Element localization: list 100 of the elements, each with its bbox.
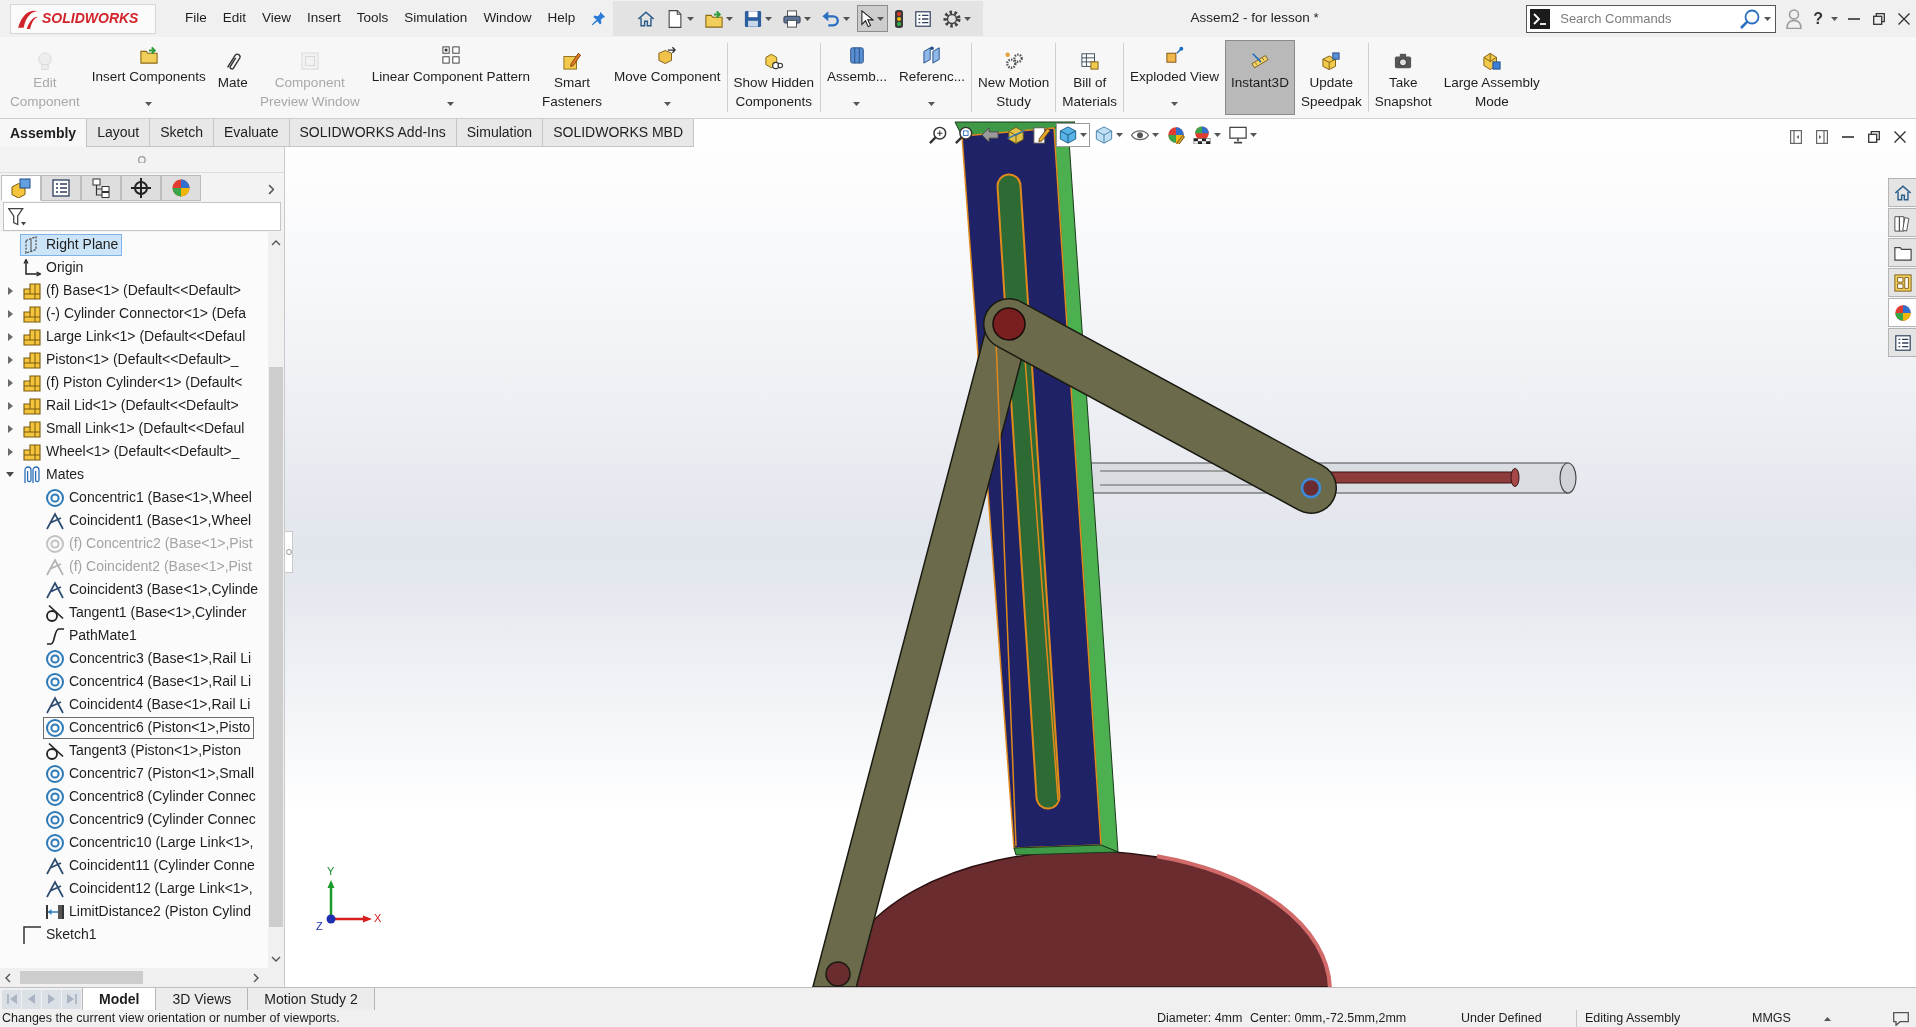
- command-tab[interactable]: SOLIDWORKS Add-Ins: [289, 119, 457, 147]
- color-ball-pencil-icon: [1167, 126, 1185, 144]
- reference-geometry-button[interactable]: Referenc...: [892, 40, 971, 115]
- speedpak-button[interactable]: Update Speedpak: [1294, 40, 1368, 115]
- command-tab[interactable]: Evaluate: [214, 119, 290, 147]
- file-explorer-tab[interactable]: [1888, 238, 1916, 267]
- command-tab[interactable]: Sketch: [150, 119, 214, 147]
- tree-item[interactable]: Tangent3 (Piston<1>,Piston: [43, 739, 245, 762]
- property-manager-tab[interactable]: [41, 175, 81, 201]
- bottom-tab[interactable]: 3D Views: [155, 988, 249, 1010]
- tree-item[interactable]: Concentric10 (Large Link<1>,: [43, 831, 258, 854]
- tree-item[interactable]: (-) Cylinder Connector<1> (Defa: [20, 302, 250, 325]
- tree-item[interactable]: Wheel<1> (Default<<Default>_: [20, 440, 244, 463]
- menu-item[interactable]: Tools: [348, 5, 397, 32]
- menu-item[interactable]: View: [254, 5, 300, 32]
- tree-item[interactable]: (f) Piston Cylinder<1> (Default<: [20, 371, 247, 394]
- resources-tab[interactable]: [1888, 178, 1916, 207]
- menu-item[interactable]: Help: [539, 5, 584, 32]
- linear-pattern-button[interactable]: Linear Component Pattern: [365, 40, 536, 115]
- concentric-circles-icon: [46, 787, 64, 806]
- configuration-manager-tab[interactable]: [81, 175, 121, 201]
- motion-study-button[interactable]: New Motion Study: [972, 40, 1056, 115]
- tree-item[interactable]: Coincident11 (Cylinder Conne: [43, 854, 259, 877]
- menu-item[interactable]: File: [177, 5, 215, 32]
- mate-button[interactable]: Mate: [211, 40, 254, 115]
- snapshot-button[interactable]: Take Snapshot: [1368, 40, 1438, 115]
- angle-lines-icon: [46, 580, 64, 599]
- status-message: Changes the current view orientation or number of viewports.: [2, 1011, 340, 1025]
- command-tab[interactable]: Layout: [87, 119, 151, 147]
- view-palette-tab[interactable]: [1888, 268, 1916, 297]
- tree-item[interactable]: Sketch1: [20, 923, 101, 946]
- bottom-tab[interactable]: Motion Study 2: [247, 988, 375, 1010]
- scrollbar-thumb[interactable]: [20, 971, 143, 984]
- tree-item[interactable]: Concentric9 (Cylinder Connec: [43, 808, 260, 831]
- tree-item[interactable]: Rail Lid<1> (Default<<Default>: [20, 394, 243, 417]
- tree-item[interactable]: Concentric6 (Piston<1>,Pisto: [43, 716, 255, 739]
- bottom-tab[interactable]: Model: [82, 988, 157, 1010]
- crosshair-icon: [131, 178, 151, 198]
- tree-item[interactable]: Right Plane: [20, 233, 123, 256]
- part-blocks-icon: [23, 373, 41, 392]
- ribbed-block-icon: [847, 46, 866, 64]
- comment-button[interactable]: [1892, 1010, 1910, 1027]
- chevron-left-icon: [5, 972, 11, 983]
- bom-button[interactable]: Bill of Materials: [1056, 40, 1124, 115]
- tree-item[interactable]: Piston<1> (Default<<Default>_: [20, 348, 243, 371]
- tree-item[interactable]: Concentric7 (Piston<1>,Small: [43, 762, 259, 785]
- appearances-tab[interactable]: [1888, 298, 1916, 327]
- custom-properties-tab[interactable]: [1888, 328, 1916, 357]
- tree-item[interactable]: LimitDistance2 (Piston Cylind: [43, 900, 256, 923]
- tree-item[interactable]: PathMate1: [43, 624, 141, 647]
- instant3d-button[interactable]: Instant3D: [1225, 40, 1295, 115]
- dimxpert-tab[interactable]: [121, 175, 161, 201]
- search-field[interactable]: Search Commands: [1526, 4, 1777, 33]
- command-tab[interactable]: SOLIDWORKS MBD: [543, 119, 695, 147]
- tree-item[interactable]: Coincident3 (Base<1>,Cylinde: [43, 578, 263, 601]
- assembly-features-button[interactable]: Assemb...: [820, 40, 893, 115]
- search-input[interactable]: Search Commands: [1554, 5, 1737, 32]
- scrollbar-thumb[interactable]: [269, 367, 283, 927]
- tree-item[interactable]: (f) Base<1> (Default<<Default>: [20, 279, 245, 302]
- menu-item[interactable]: Insert: [299, 5, 349, 32]
- menu-item[interactable]: Edit: [214, 5, 255, 32]
- tree-item[interactable]: Tangent1 (Base<1>,Cylinder: [43, 601, 251, 624]
- exploded-view-button[interactable]: Exploded View: [1124, 40, 1226, 115]
- splitter-handle[interactable]: [285, 531, 293, 573]
- tree-item[interactable]: Mates: [20, 463, 89, 486]
- tree-item[interactable]: Concentric1 (Base<1>,Wheel: [43, 486, 256, 509]
- vertical-scrollbar[interactable]: [268, 232, 284, 968]
- concentric-circles-icon: [46, 833, 64, 852]
- command-tab[interactable]: Simulation: [456, 119, 544, 147]
- feature-tree-tab[interactable]: [1, 175, 41, 201]
- caret-icon: [804, 16, 812, 21]
- insert-components-button[interactable]: Insert Components: [85, 40, 212, 115]
- tree-item[interactable]: Coincident1 (Base<1>,Wheel: [43, 509, 256, 532]
- person-icon: [1786, 8, 1803, 29]
- select-button[interactable]: [857, 5, 888, 32]
- box-arrow-icon: [658, 46, 677, 64]
- tree-item[interactable]: Concentric3 (Base<1>,Rail Li: [43, 647, 256, 670]
- show-hidden-button[interactable]: Show Hidden Components: [727, 40, 820, 115]
- display-manager-tab[interactable]: [161, 175, 201, 201]
- tree-item[interactable]: Small Link<1> (Default<<Defaul: [20, 417, 249, 440]
- tree-item[interactable]: Coincident12 (Large Link<1>,: [43, 877, 257, 900]
- menu-item[interactable]: Window: [475, 5, 540, 32]
- large-assembly-button[interactable]: Large Assembly Mode: [1437, 40, 1546, 115]
- camera-icon: [1394, 52, 1413, 70]
- tree-item[interactable]: Origin: [20, 256, 88, 279]
- tree-item[interactable]: Coincident4 (Base<1>,Rail Li: [43, 693, 255, 716]
- caret-icon: [843, 16, 851, 21]
- command-tab[interactable]: Assembly: [0, 119, 88, 147]
- tree-item[interactable]: Concentric4 (Base<1>,Rail Li: [43, 670, 256, 693]
- tree-item[interactable]: Large Link<1> (Default<<Defaul: [20, 325, 250, 348]
- design-library-tab[interactable]: [1888, 208, 1916, 237]
- caret-icon: [1152, 133, 1159, 137]
- view-orientation-button[interactable]: [1056, 123, 1090, 147]
- help-button[interactable]: ?: [1810, 5, 1841, 32]
- restore-icon: [1872, 12, 1885, 25]
- menu-item[interactable]: Simulation: [396, 5, 476, 32]
- tree-item[interactable]: Concentric8 (Cylinder Connec: [43, 785, 260, 808]
- filter-field[interactable]: [3, 202, 281, 231]
- move-component-button[interactable]: Move Component: [608, 40, 727, 115]
- smart-fasteners-button[interactable]: Smart Fasteners: [536, 40, 609, 115]
